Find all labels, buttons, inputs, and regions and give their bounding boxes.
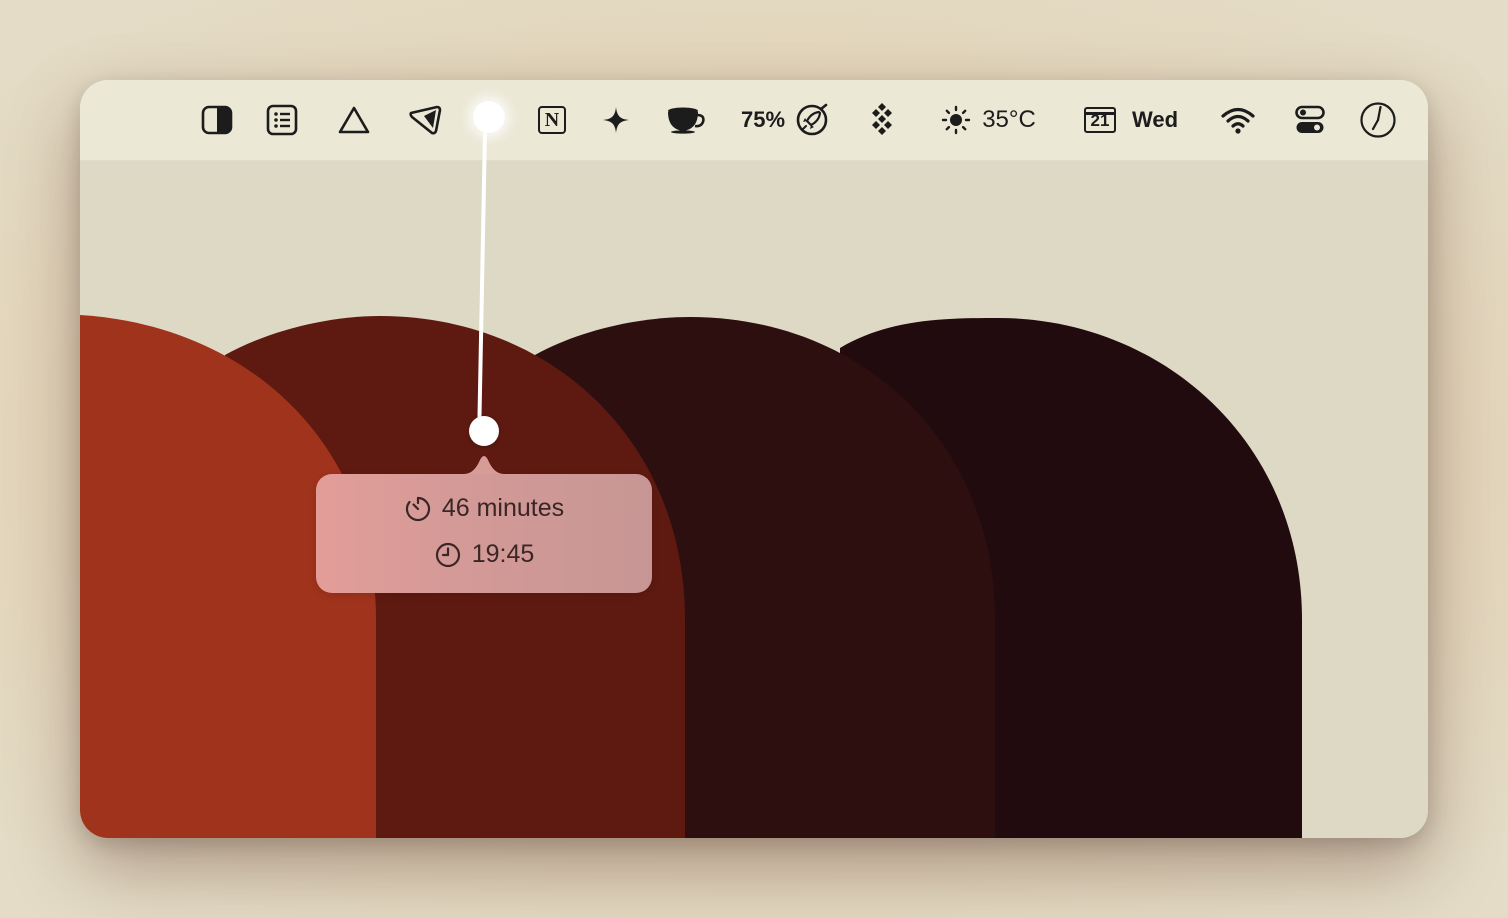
time-popover: 46 minutes 19:45: [316, 456, 652, 593]
control-center-icon[interactable]: [1292, 98, 1328, 142]
calendar-day: 21: [1084, 107, 1116, 133]
notion-letter: N: [538, 106, 566, 134]
timer-icon: [405, 496, 430, 521]
calendar-icon[interactable]: 21: [1082, 98, 1118, 142]
diamond-grid-icon[interactable]: [864, 98, 900, 142]
time-row: 19:45: [316, 540, 652, 569]
clock-icon[interactable]: [1358, 98, 1398, 142]
popover-arrow: [464, 456, 504, 474]
coffee-cup-icon[interactable]: [664, 98, 708, 142]
weather-temp-label: 35°C: [982, 106, 1036, 133]
drag-handle-bottom[interactable]: [469, 416, 499, 446]
sparkle-icon[interactable]: [598, 98, 634, 142]
time-text: 19:45: [471, 540, 535, 568]
desktop-window: N 75% 35°C 21 Wed 46 minutes 19:45: [80, 80, 1428, 838]
notion-icon[interactable]: N: [534, 98, 570, 142]
duration-text: 46 minutes: [441, 494, 565, 522]
weather-temp[interactable]: 35°C: [976, 98, 1042, 142]
battery-percent[interactable]: 75%: [738, 98, 788, 142]
battery-percent-label: 75%: [740, 107, 786, 132]
calendar-weekday[interactable]: Wed: [1128, 98, 1182, 142]
calendar-weekday-label: Wed: [1131, 107, 1179, 132]
rocket-gauge-icon[interactable]: [794, 98, 830, 142]
duration-row: 46 minutes: [316, 494, 652, 523]
tag-icon[interactable]: [406, 98, 444, 142]
contrast-icon[interactable]: [198, 98, 236, 142]
list-icon[interactable]: [264, 98, 300, 142]
drag-handle-top[interactable]: [473, 101, 505, 133]
wallpaper: [80, 80, 1428, 838]
sun-icon[interactable]: [940, 98, 972, 142]
menu-bar: N 75% 35°C 21 Wed: [80, 80, 1428, 161]
wifi-icon[interactable]: [1218, 98, 1258, 142]
clock-small-icon: [435, 542, 460, 567]
triangle-icon[interactable]: [336, 98, 372, 142]
